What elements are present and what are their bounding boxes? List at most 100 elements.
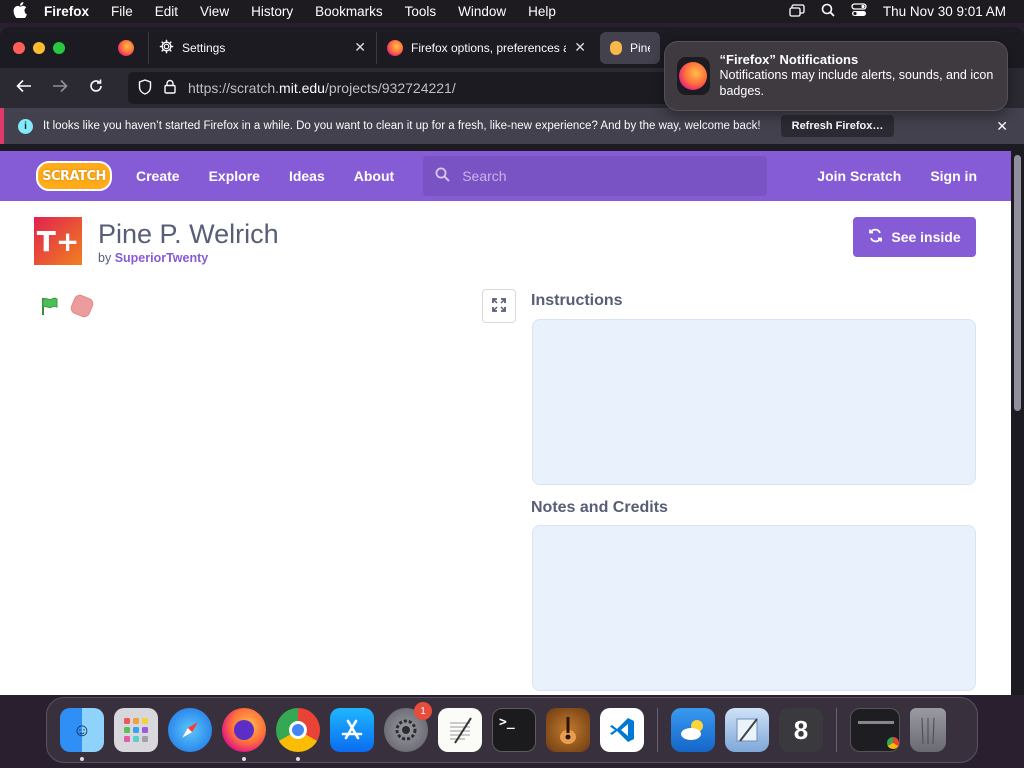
terminal-prompt-icon: >_ (499, 715, 515, 730)
preview-icon[interactable] (725, 708, 769, 752)
forward-button[interactable] (42, 78, 78, 98)
scratch-page: SCRATCH Create Explore Ideas About Searc… (0, 151, 1011, 695)
tab-settings[interactable]: Settings ✕ (148, 31, 376, 64)
menu-file[interactable]: File (100, 4, 144, 19)
tracking-protection-shield-icon[interactable] (138, 78, 152, 98)
info-icon: i (18, 118, 33, 134)
stop-sign-icon[interactable] (68, 292, 96, 320)
window-controls (0, 41, 104, 54)
see-inside-label: See inside (891, 229, 961, 245)
menu-help[interactable]: Help (517, 4, 567, 19)
window-thumbnail-icon[interactable] (850, 708, 900, 752)
menu-app-name[interactable]: Firefox (40, 4, 100, 19)
menu-bookmarks[interactable]: Bookmarks (304, 4, 394, 19)
dock-separator (657, 708, 658, 752)
firefox-icon (387, 39, 403, 56)
project-byline: by SuperiorTwenty (98, 251, 279, 265)
minimize-window-button[interactable] (33, 41, 45, 54)
tab-scratch-project[interactable]: Pine P (600, 31, 660, 64)
notification-badge: 1 (414, 702, 432, 720)
launchpad-icon[interactable] (114, 708, 158, 752)
menu-tools[interactable]: Tools (394, 4, 448, 19)
page-scrollbar[interactable] (1011, 151, 1024, 695)
apple-menu-icon[interactable] (0, 1, 40, 22)
control-center-icon[interactable] (851, 3, 867, 20)
notes-credits-box[interactable] (532, 525, 976, 691)
url-text: https://scratch.mit.edu/projects/9327242… (188, 80, 456, 96)
close-infobar-icon[interactable]: ✕ (996, 118, 1008, 135)
finder-icon[interactable]: ☺ (60, 708, 104, 761)
gear-icon (159, 39, 174, 57)
scratch-search-input[interactable]: Search (423, 156, 768, 196)
close-tab-icon[interactable]: ✕ (354, 39, 366, 56)
stage-controls (40, 292, 96, 320)
url-domain: mit.edu (279, 80, 325, 96)
vscode-icon[interactable] (600, 708, 644, 752)
firefox-icon (679, 62, 708, 90)
by-label: by (98, 251, 112, 265)
system-settings-icon[interactable]: 1 (384, 702, 432, 752)
firefox-icon[interactable] (222, 708, 266, 761)
zoom-window-button[interactable] (53, 41, 65, 54)
join-scratch-link[interactable]: Join Scratch (817, 168, 901, 184)
fullscreen-button[interactable] (482, 289, 516, 323)
weather-icon[interactable] (671, 708, 715, 752)
sign-in-link[interactable]: Sign in (930, 168, 977, 184)
url-bar[interactable]: https://scratch.mit.edu/projects/9327242… (128, 72, 748, 104)
scratch-favicon-icon (610, 40, 622, 55)
running-indicator (296, 757, 300, 761)
url-prefix: https://scratch. (188, 80, 280, 96)
notification-title: “Firefox” Notifications (719, 52, 859, 67)
screen-mirroring-icon[interactable] (789, 3, 805, 20)
app-store-icon[interactable] (330, 708, 374, 752)
lock-icon[interactable] (164, 79, 176, 97)
notes-credits-label: Notes and Credits (531, 499, 668, 516)
refresh-firefox-button[interactable]: Refresh Firefox… (780, 115, 895, 137)
firefox-notification[interactable]: “Firefox” Notifications Notifications ma… (664, 41, 1008, 111)
search-placeholder: Search (462, 168, 507, 184)
project-thumbnail: T+ (34, 217, 82, 265)
textedit-icon[interactable] (438, 708, 482, 752)
menu-view[interactable]: View (189, 4, 240, 19)
back-button[interactable] (6, 78, 42, 98)
nav-create[interactable]: Create (136, 168, 180, 184)
scratch-navbar: SCRATCH Create Explore Ideas About Searc… (0, 151, 1011, 201)
figma-glyph-icon: 8 (793, 714, 809, 745)
close-window-button[interactable] (13, 41, 25, 54)
url-path: /projects/932724221/ (324, 80, 456, 96)
nav-ideas[interactable]: Ideas (289, 168, 325, 184)
pinned-tab-firefox[interactable] (104, 39, 148, 56)
chrome-icon[interactable] (276, 708, 320, 761)
tab-settings-label: Settings (182, 40, 226, 55)
garageband-icon[interactable] (546, 708, 590, 752)
green-flag-icon[interactable] (40, 296, 60, 316)
scrollbar-thumb[interactable] (1014, 155, 1021, 411)
trash-icon[interactable] (910, 708, 946, 752)
spotlight-search-icon[interactable] (821, 3, 835, 20)
close-tab-icon[interactable]: ✕ (574, 39, 586, 56)
menubar-clock[interactable]: Thu Nov 30 9:01 AM (883, 4, 1006, 19)
notification-body: Notifications may include alerts, sounds… (719, 68, 994, 98)
author-link[interactable]: SuperiorTwenty (115, 251, 209, 265)
firefox-icon (118, 39, 134, 56)
instructions-box[interactable] (532, 319, 976, 485)
see-inside-button[interactable]: See inside (853, 217, 976, 257)
instructions-label: Instructions (531, 292, 623, 309)
reload-button[interactable] (78, 78, 114, 99)
safari-icon[interactable] (168, 708, 212, 752)
scratch-logo[interactable]: SCRATCH (36, 161, 112, 191)
nav-explore[interactable]: Explore (209, 168, 260, 184)
project-titles: Pine P. Welrich by SuperiorTwenty (98, 217, 279, 265)
expand-arrows-icon (492, 297, 506, 315)
menu-edit[interactable]: Edit (144, 4, 189, 19)
figma-icon[interactable]: 8 (779, 708, 823, 752)
finder-face-icon: ☺ (72, 719, 92, 740)
project-header: T+ Pine P. Welrich by SuperiorTwenty (34, 217, 279, 265)
thumbnail-bar (858, 721, 894, 724)
terminal-icon[interactable]: >_ (492, 708, 536, 752)
menu-window[interactable]: Window (447, 4, 517, 19)
tab-firefox-options[interactable]: Firefox options, preferences and ✕ (376, 31, 596, 64)
running-indicator (242, 757, 246, 761)
menu-history[interactable]: History (240, 4, 304, 19)
nav-about[interactable]: About (354, 168, 394, 184)
